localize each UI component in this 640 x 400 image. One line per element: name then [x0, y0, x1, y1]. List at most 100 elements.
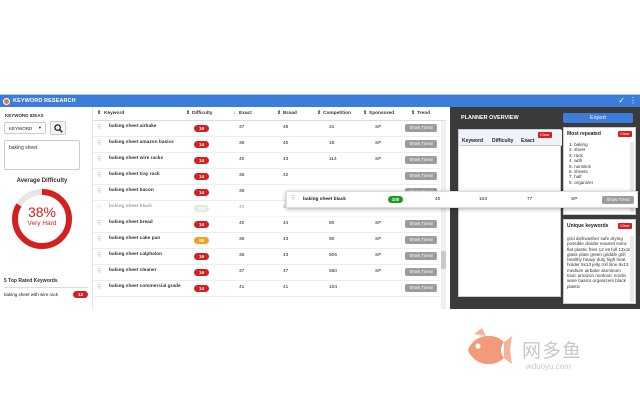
most-repeated-list: 1. baking 2. sheet 3. rack 4. with 5. nonsti… [569, 142, 593, 185]
sort-icon[interactable]: ⇕ [411, 111, 415, 116]
table-row[interactable]: ⠿ baking sheet airbake 16 37 48 31 SP Show Tren… [93, 121, 440, 137]
show-trend-button[interactable]: Show Trend [405, 220, 437, 228]
keyword-input[interactable]: baking sheet [4, 140, 80, 170]
top5-keyword: baking sheet with wire rack [4, 292, 59, 297]
show-trend-button[interactable]: Show Trend [405, 268, 437, 276]
table-row[interactable]: ⠿ baking sheet wire racks 14 40 43 114 SP Show … [93, 153, 440, 169]
show-trend-button[interactable]: Show Trend [602, 196, 634, 204]
drag-handle-icon[interactable]: ⠿ [97, 141, 102, 147]
top5-item[interactable]: baking sheet with wire rack 12 [4, 291, 88, 298]
drag-handle-icon[interactable]: ⠿ [291, 196, 296, 202]
scrollbar-thumb[interactable] [441, 251, 446, 269]
row-keyword[interactable]: baking sheet cake pan [109, 236, 185, 242]
difficulty-badge: 16 [194, 125, 209, 132]
difficulty-badge: 14 [194, 141, 209, 148]
dragged-broad: 103 [479, 197, 488, 202]
most-repeated-title: Most repeated [567, 131, 601, 137]
dragged-row[interactable]: ⠿ baking sheet black 100 40 103 77 SP Sh… [286, 191, 638, 208]
row-keyword[interactable]: baking sheet calphalon [109, 252, 185, 258]
difficulty-badge: 14 [194, 173, 209, 180]
menu-icon[interactable]: ⋮ [629, 96, 637, 105]
table-scrollbar[interactable] [441, 121, 446, 309]
drag-handle-icon[interactable]: ⠿ [97, 173, 102, 179]
search-button[interactable] [50, 121, 66, 135]
col-keyword[interactable]: Keyword [104, 111, 124, 116]
keyword-type-select[interactable]: KEYWORD ▾ [4, 122, 46, 134]
row-exact: 39 [239, 189, 245, 194]
drag-handle-icon[interactable]: ⠿ [97, 189, 102, 195]
drag-handle-icon[interactable]: ⠿ [97, 157, 102, 163]
table-row[interactable]: ⠿ baking sheet cleaner 16 37 47 560 SP Show Tre… [93, 265, 440, 281]
difficulty-badge: 58 [194, 237, 209, 244]
sort-icon[interactable]: ⇕ [97, 111, 101, 116]
show-trend-button[interactable]: Show Trend [405, 124, 437, 132]
show-trend-button[interactable]: Show Trend [405, 156, 437, 164]
row-keyword[interactable]: baking sheet black [109, 204, 185, 210]
row-exact: 37 [239, 269, 245, 274]
fish-logo-icon [468, 328, 512, 365]
row-broad: 47 [283, 269, 289, 274]
export-button[interactable]: Export [563, 113, 633, 123]
row-keyword[interactable]: baking sheet bread [109, 220, 185, 226]
row-sponsored: SP [375, 269, 382, 274]
table-row[interactable]: ⠿ baking sheet tray rack 14 36 42 Show Trend [93, 169, 440, 185]
col-trend[interactable]: Trend [417, 111, 430, 116]
sort-icon[interactable]: ⇕ [363, 111, 367, 116]
difficulty-percent: 38% [27, 204, 57, 220]
table-row[interactable]: ⠿ baking sheet calphalon 16 36 43 906 SP Show T… [93, 249, 440, 265]
drag-handle-icon[interactable]: ⠿ [97, 205, 102, 211]
row-keyword[interactable]: baking sheet cleaner [109, 268, 185, 274]
watermark-url: wduoyu.com [526, 362, 571, 371]
sort-icon[interactable]: ⇕ [186, 111, 190, 116]
clear-button[interactable]: Clear [538, 132, 552, 138]
planner-table-header: Clear Keyword Difficulty Exact [459, 130, 562, 146]
confirm-icon[interactable]: ✓ [618, 96, 625, 105]
drag-handle-icon[interactable]: ⠿ [97, 285, 102, 291]
col-broad[interactable]: Broad [283, 111, 297, 116]
unique-keywords-scrollbar[interactable] [630, 236, 634, 302]
col-exact[interactable]: Exact [239, 111, 252, 116]
top5-label: 5 Top Rated Keywords [4, 278, 58, 284]
top5-score-badge: 12 [72, 291, 88, 298]
table-row[interactable]: ⠿ baking sheet commercial grade 14 41 41 104 S… [93, 281, 440, 297]
row-sponsored: SP [375, 141, 382, 146]
sort-icon[interactable]: ↓ [233, 111, 235, 116]
drag-handle-icon[interactable]: ⠿ [97, 221, 102, 227]
difficulty-badge: 14 [194, 189, 209, 196]
show-trend-button[interactable]: Show Trend [405, 140, 437, 148]
table-row[interactable]: ⠿ baking sheet bread 14 40 44 80 SP Show Trend [93, 217, 440, 233]
show-trend-button[interactable]: Show Trend [405, 172, 437, 180]
row-competition: 90 [329, 237, 335, 242]
col-difficulty[interactable]: Difficulty [192, 111, 213, 116]
clear-button[interactable]: Clear [618, 131, 632, 137]
row-exact: 37 [239, 125, 245, 130]
row-keyword[interactable]: baking sheet bacon [109, 188, 185, 194]
show-trend-button[interactable]: Show Trend [405, 236, 437, 244]
drag-handle-icon[interactable]: ⠿ [97, 237, 102, 243]
dragged-difficulty-badge: 100 [388, 196, 403, 203]
show-trend-button[interactable]: Show Trend [405, 252, 437, 260]
unique-keywords-title: Unique keywords [567, 223, 609, 229]
row-exact: 40 [239, 157, 245, 162]
drag-handle-icon[interactable]: ⠿ [97, 269, 102, 275]
row-keyword[interactable]: baking sheet tray rack [109, 172, 185, 178]
title-bar: KEYWORD RESEARCH ✓ ⋮ [0, 95, 640, 107]
clear-button[interactable]: Clear [618, 223, 632, 229]
row-keyword[interactable]: baking sheet airbake [109, 124, 185, 130]
row-keyword[interactable]: baking sheet amazon basics [109, 140, 185, 146]
sort-icon[interactable]: ⇕ [317, 111, 321, 116]
row-keyword[interactable]: baking sheet commercial grade [109, 284, 185, 290]
col-competition[interactable]: Competition [323, 111, 351, 116]
drag-handle-icon[interactable]: ⠿ [97, 253, 102, 259]
planner-col-keyword: Keyword [462, 138, 484, 144]
table-row[interactable]: ⠿ baking sheet amazon basics 14 38 40 18 SP Sho… [93, 137, 440, 153]
sort-icon[interactable]: ⇕ [277, 111, 281, 116]
difficulty-badge: 14 [194, 221, 209, 228]
drag-handle-icon[interactable]: ⠿ [97, 125, 102, 131]
row-exact: 41 [239, 285, 245, 290]
row-keyword[interactable]: baking sheet wire racks [109, 156, 185, 162]
show-trend-button[interactable]: Show Trend [405, 284, 437, 292]
col-sponsored[interactable]: Sponsored [369, 111, 394, 116]
watermark: 网多鱼 wduoyu.com [460, 326, 630, 376]
table-row[interactable]: ⠿ baking sheet cake pan 58 38 43 90 SP Show Tre… [93, 233, 440, 249]
